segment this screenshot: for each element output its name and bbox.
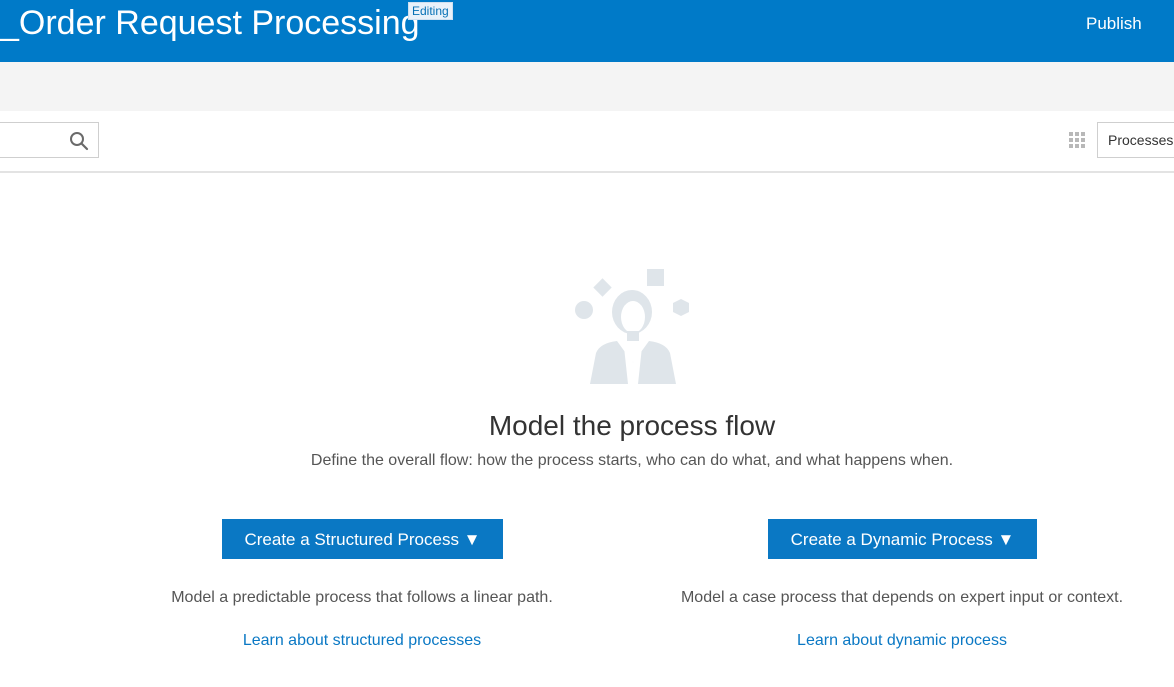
sub-toolbar xyxy=(0,62,1174,111)
app-header: _Order Request Processing Editing Publis… xyxy=(0,0,1174,62)
search-icon[interactable] xyxy=(69,131,89,151)
learn-dynamic-process-link[interactable]: Learn about dynamic process xyxy=(652,632,1152,650)
create-structured-process-button[interactable]: Create a Structured Process ▼ xyxy=(222,519,503,559)
dynamic-process-description: Model a case process that depends on exp… xyxy=(680,589,1124,606)
create-dynamic-process-button[interactable]: Create a Dynamic Process ▼ xyxy=(768,519,1037,559)
person-with-shapes-icon xyxy=(575,269,689,384)
search-box[interactable] xyxy=(0,122,99,158)
structured-process-description: Model a predictable process that follows… xyxy=(171,589,553,606)
processes-select[interactable]: Processes xyxy=(1097,122,1174,158)
status-badge: Editing xyxy=(408,2,453,20)
empty-state-subtitle: Define the overall flow: how the process… xyxy=(310,452,954,469)
toolbar: Processes xyxy=(0,111,1174,173)
empty-state-title: Model the process flow xyxy=(488,410,776,441)
grid-icon[interactable] xyxy=(1069,132,1085,148)
learn-structured-processes-link[interactable]: Learn about structured processes xyxy=(112,632,612,650)
publish-button[interactable]: Publish xyxy=(1086,14,1142,34)
page-title: _Order Request Processing xyxy=(0,4,420,42)
search-input[interactable] xyxy=(0,123,75,157)
